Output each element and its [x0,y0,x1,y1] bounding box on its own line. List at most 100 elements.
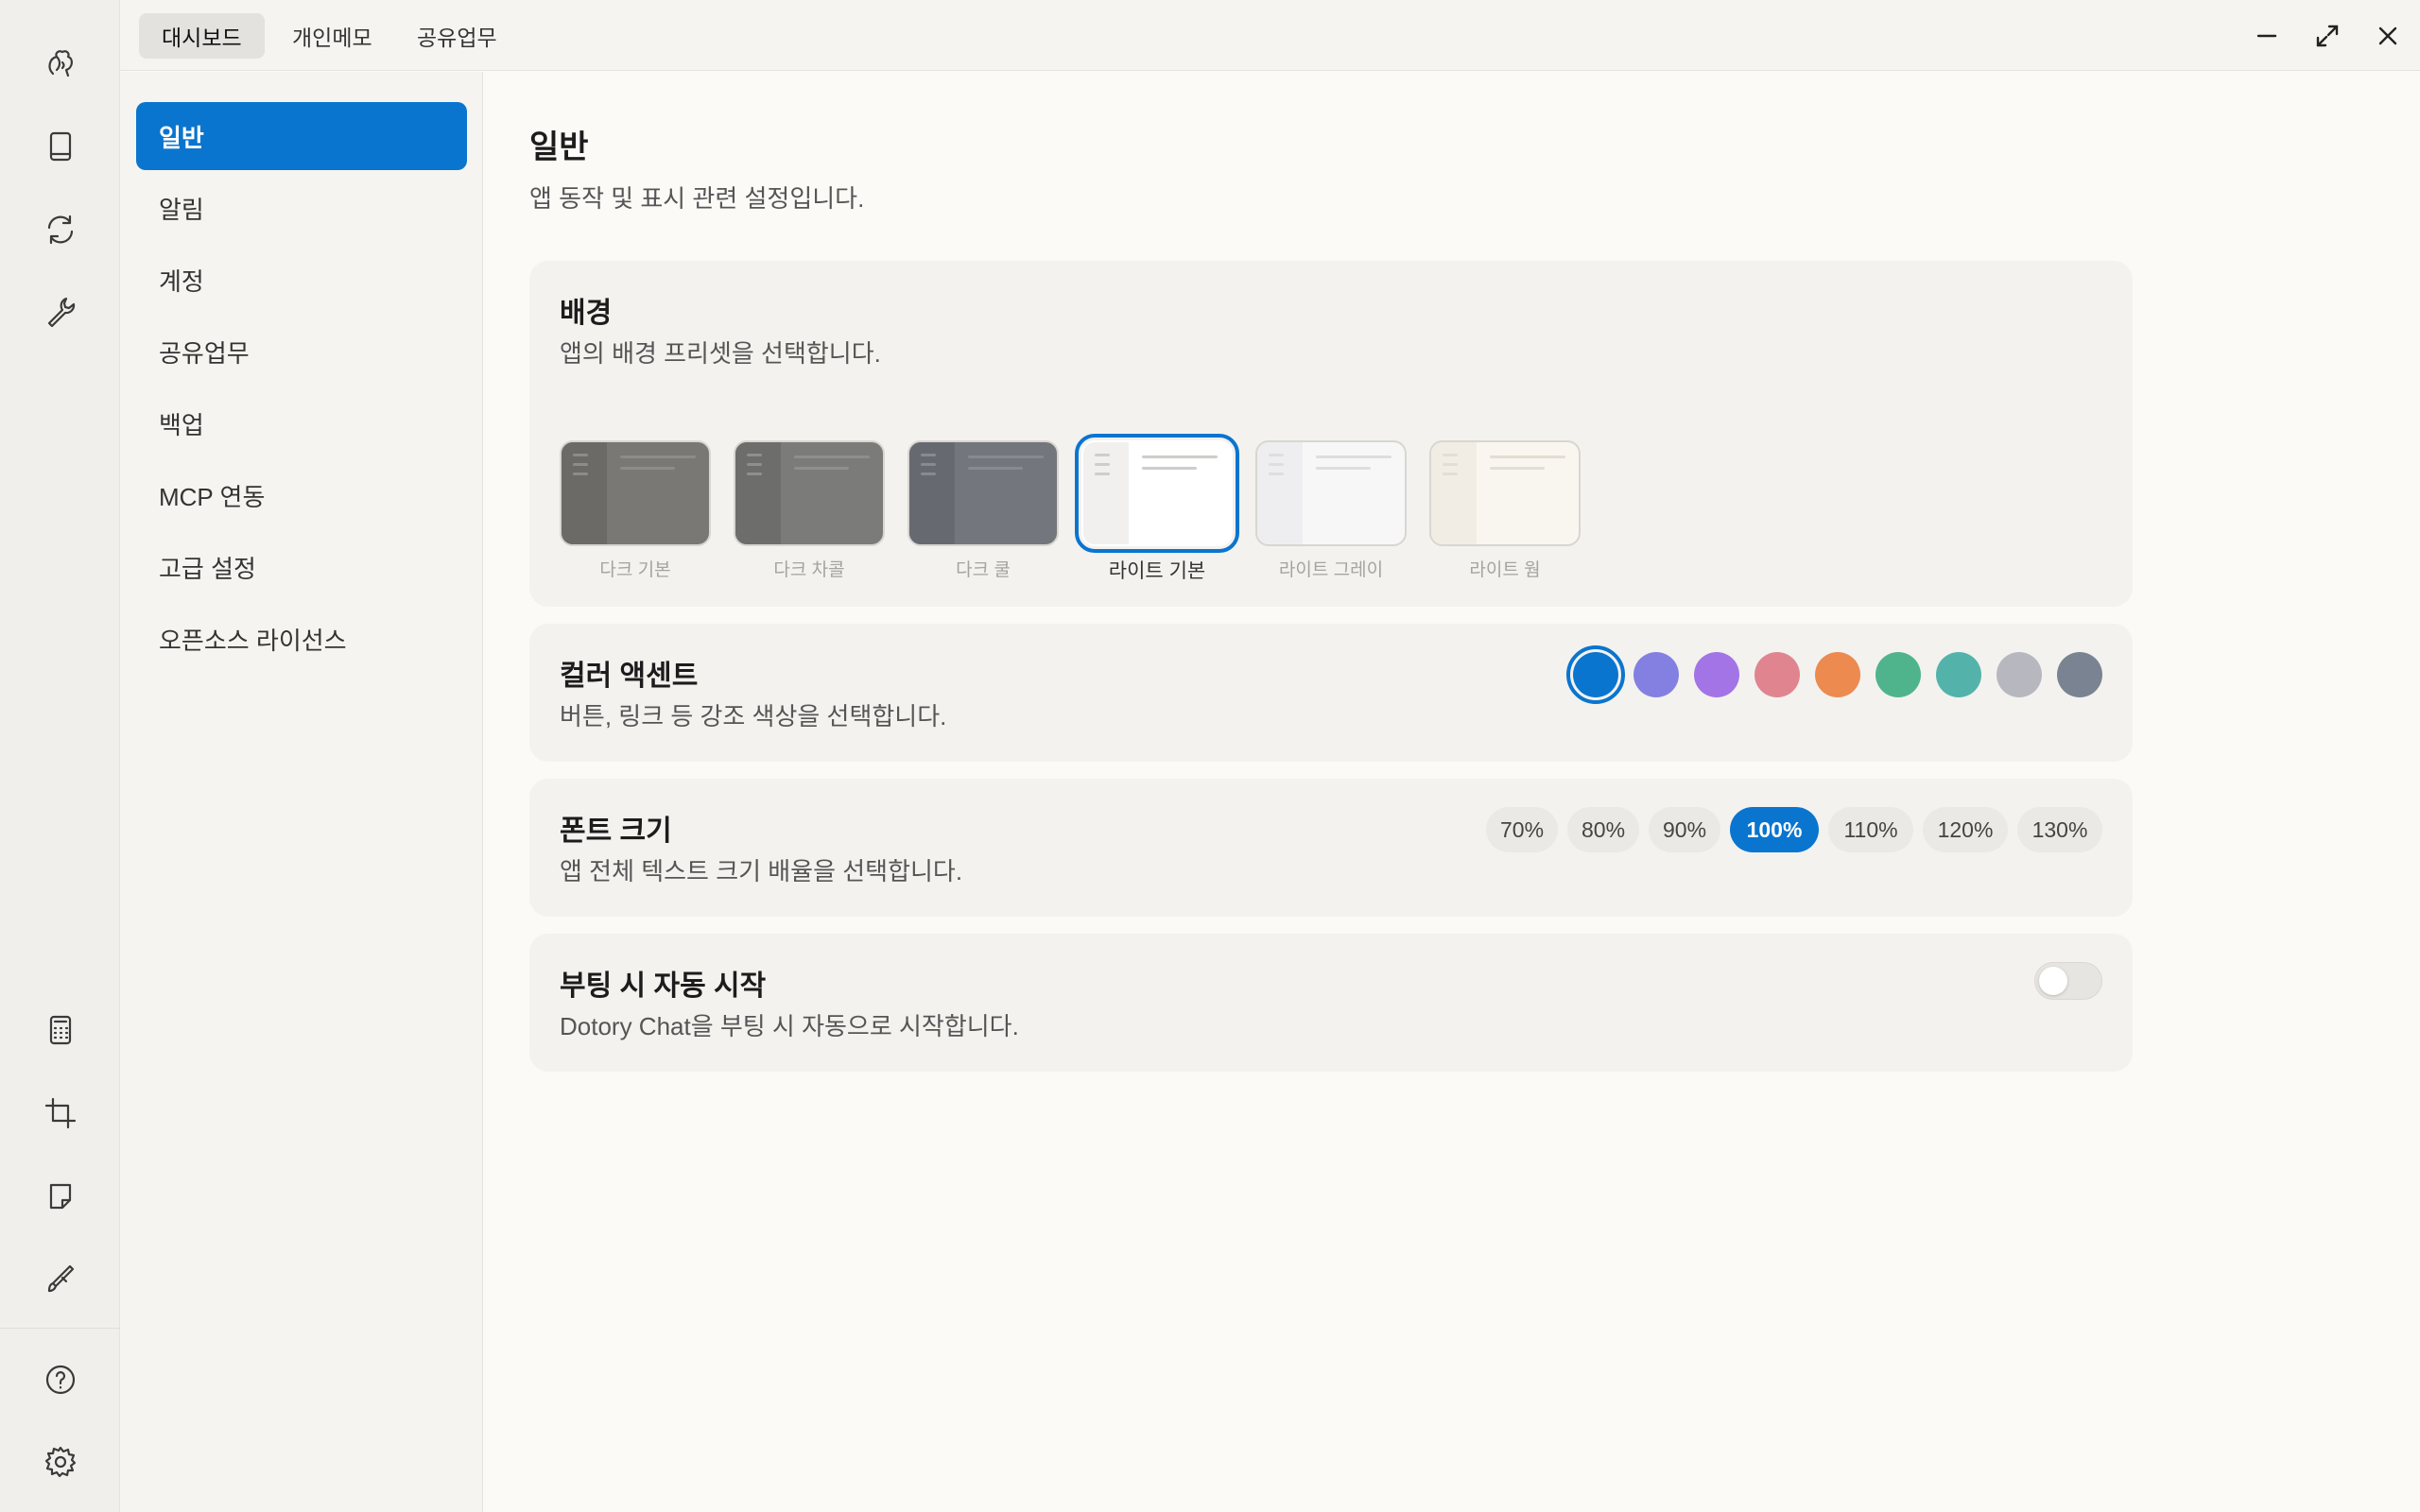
preset-thumb-line [794,455,870,458]
top-bar: 대시보드 개인메모 공유업무 [120,0,2420,71]
font-size-option[interactable]: 120% [1923,807,2008,852]
sidebar-item-notifications[interactable]: 알림 [136,174,467,242]
font-size-card: 폰트 크기 앱 전체 텍스트 크기 배율을 선택합니다. 70% 80% 90% 10… [529,779,2133,917]
preset-thumbnail [1429,440,1581,546]
font-size-option[interactable]: 90% [1649,807,1720,852]
toggle-knob [2039,967,2067,995]
note-icon[interactable] [32,1168,89,1225]
calculator-icon[interactable] [32,1002,89,1058]
preset-thumb-line [1490,467,1545,470]
background-title: 배경 [560,298,613,329]
preset-thumb-line [1269,472,1284,475]
brush-icon[interactable] [32,1251,89,1308]
preset-thumb-line [747,454,762,456]
preset-thumb-sidebar [909,442,955,544]
preset-thumb-line [921,454,936,456]
squirrel-logo-icon[interactable] [32,36,89,93]
sidebar-item-oss-licenses[interactable]: 오픈소스 라이선스 [136,605,467,673]
preset-thumb-sidebar [1431,442,1477,544]
preset-thumb-line [620,467,675,470]
minimize-button[interactable] [2248,17,2286,55]
tab-dashboard[interactable]: 대시보드 [139,13,265,59]
accent-swatch[interactable] [1815,652,1860,697]
preset-thumbnail [1075,434,1239,553]
font-size-option[interactable]: 100% [1730,807,1819,852]
font-size-option[interactable]: 70% [1486,807,1558,852]
preset-thumb-line [620,455,696,458]
book-icon[interactable] [32,118,89,175]
preset-thumbnail [1255,440,1407,546]
accent-swatch[interactable] [2057,652,2102,697]
preset-thumb-line [573,454,588,456]
settings-gear-icon[interactable] [32,1434,89,1490]
page-title: 일반 [529,129,589,165]
crop-icon[interactable] [32,1085,89,1142]
preset-thumb-line [1269,463,1284,466]
background-card: 배경 앱의 배경 프리셋을 선택합니다. 다크 기본 다크 차콜 다크 쿨 라이트 기… [529,261,2133,607]
accent-description: 버튼, 링크 등 강조 색상을 선택합니다. [560,702,947,730]
font-size-option[interactable]: 130% [2017,807,2102,852]
autostart-description: Dotory Chat을 부팅 시 자동으로 시작합니다. [560,1012,1019,1040]
preset-label: 다크 차콜 [773,560,845,580]
preset-thumb-sidebar [562,442,607,544]
settings-sidebar: 일반 알림 계정 공유업무 백업 MCP 연동 고급 설정 오픈소스 라이선스 [120,72,483,1512]
sidebar-item-account[interactable]: 계정 [136,246,467,314]
preset-thumb-line [921,472,936,475]
sidebar-item-backup[interactable]: 백업 [136,389,467,457]
preset-thumb-line [1443,454,1458,456]
preset-label: 라이트 기본 [1108,560,1206,582]
settings-content: 일반 앱 동작 및 표시 관련 설정입니다. 배경 앱의 배경 프리셋을 선택합… [484,72,2420,1512]
preset-label: 다크 기본 [599,560,671,580]
wrench-icon[interactable] [32,284,89,340]
font-size-option[interactable]: 110% [1828,807,1913,852]
sidebar-item-shared-work[interactable]: 공유업무 [136,318,467,386]
preset-label: 다크 쿨 [956,560,1011,580]
accent-swatch[interactable] [1936,652,1981,697]
preset-thumb-line [747,472,762,475]
background-preset[interactable]: 라이트 그레이 [1255,440,1407,581]
background-preset[interactable]: 다크 기본 [560,440,711,581]
preset-thumb-line [1443,463,1458,466]
background-preset[interactable]: 라이트 기본 [1075,434,1239,584]
preset-label: 라이트 웜 [1469,560,1541,580]
preset-thumb-sidebar [735,442,781,544]
preset-thumb-line [794,467,849,470]
sidebar-item-advanced[interactable]: 고급 설정 [136,533,467,601]
close-button[interactable] [2369,17,2407,55]
help-icon[interactable] [32,1351,89,1408]
preset-thumbnail [734,440,885,546]
accent-swatch[interactable] [1754,652,1800,697]
icon-rail [0,0,120,1512]
preset-thumb-line [1095,463,1110,466]
font-size-option[interactable]: 80% [1567,807,1639,852]
tab-shared-work[interactable]: 공유업무 [394,13,520,59]
autostart-toggle[interactable] [2034,962,2102,1000]
preset-thumb-sidebar [1083,442,1129,544]
accent-swatch[interactable] [1876,652,1921,697]
accent-swatch[interactable] [1996,652,2042,697]
accent-swatch[interactable] [1634,652,1679,697]
sidebar-item-general[interactable]: 일반 [136,102,467,170]
accent-swatch[interactable] [1694,652,1739,697]
maximize-button[interactable] [2308,17,2346,55]
accent-title: 컬러 액센트 [560,661,699,692]
preset-label: 라이트 그레이 [1278,560,1384,580]
sync-icon[interactable] [32,201,89,258]
background-preset[interactable]: 다크 차콜 [734,440,885,581]
preset-thumb-line [1095,472,1110,475]
background-preset[interactable]: 라이트 웜 [1429,440,1581,581]
preset-thumb-line [921,463,936,466]
accent-card: 컬러 액센트 버튼, 링크 등 강조 색상을 선택합니다. [529,624,2133,762]
preset-thumb-line [1095,454,1110,456]
background-description: 앱의 배경 프리셋을 선택합니다. [560,339,881,368]
preset-thumb-line [747,463,762,466]
tab-personal-memo[interactable]: 개인메모 [269,13,395,59]
background-preset[interactable]: 다크 쿨 [908,440,1059,581]
font-size-title: 폰트 크기 [560,816,672,847]
sidebar-item-mcp[interactable]: MCP 연동 [136,461,467,529]
accent-swatch[interactable] [1566,645,1625,704]
preset-thumb-line [1316,467,1371,470]
preset-thumb-line [1443,472,1458,475]
rail-divider [0,1328,120,1329]
preset-thumb-line [968,455,1044,458]
